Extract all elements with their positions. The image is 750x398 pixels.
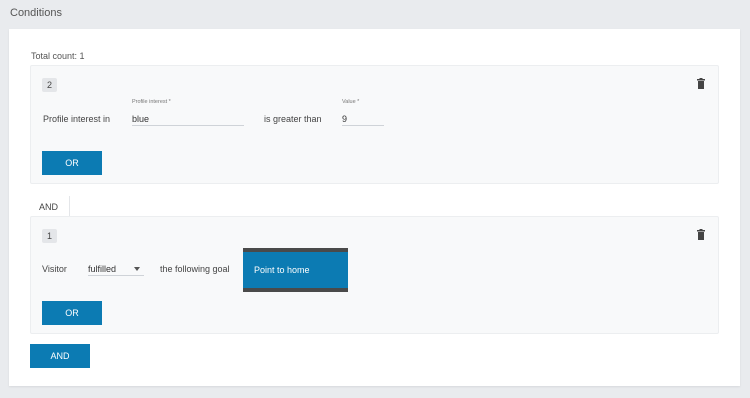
trash-icon[interactable]	[696, 78, 706, 89]
condition-index-badge: 2	[42, 78, 57, 92]
status-select[interactable]: fulfilled	[88, 262, 144, 276]
goal-selector[interactable]: Point to home	[243, 248, 348, 292]
and-button[interactable]: AND	[30, 344, 90, 368]
value-field[interactable]: 9	[342, 112, 384, 126]
value-field-label: Value *	[342, 99, 360, 105]
conditions-panel: Total count: 1 2 Profile interest in Pro…	[9, 29, 740, 386]
interest-field-label: Profile interest *	[132, 99, 171, 105]
condition-prefix-text: Visitor	[42, 264, 67, 274]
or-button[interactable]: OR	[42, 301, 102, 325]
or-button[interactable]: OR	[42, 151, 102, 175]
middle-text: the following goal	[160, 264, 230, 274]
caret-down-icon	[134, 267, 140, 271]
condition-group: 1 Visitor fulfilled the following goal P…	[30, 216, 719, 334]
and-tab: AND	[30, 196, 70, 217]
interest-field[interactable]: blue	[132, 112, 244, 126]
condition-prefix-text: Profile interest in	[43, 114, 111, 124]
trash-icon[interactable]	[696, 229, 706, 240]
section-title: Conditions	[10, 7, 62, 19]
total-count: Total count: 1	[31, 51, 85, 61]
condition-group: 2 Profile interest in Profile interest *…	[30, 65, 719, 184]
status-select-value: fulfilled	[88, 264, 117, 274]
condition-index-badge: 1	[42, 229, 57, 243]
operator-text: is greater than	[264, 114, 322, 124]
